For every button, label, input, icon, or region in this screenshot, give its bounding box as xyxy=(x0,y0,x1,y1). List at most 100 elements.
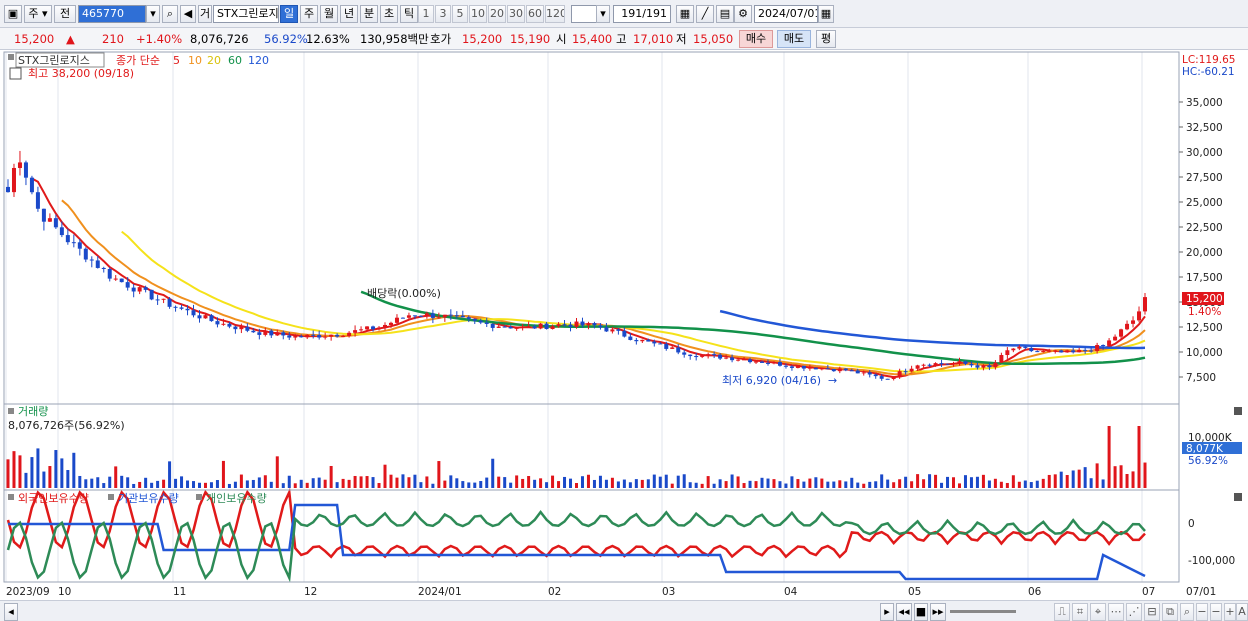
date-field[interactable]: 2024/07/01 xyxy=(754,5,818,23)
candle-body xyxy=(251,330,256,333)
candle-body xyxy=(1113,336,1118,341)
play-icon[interactable]: ▸ xyxy=(880,603,894,621)
candle-body xyxy=(777,362,782,366)
interval-tab-3[interactable]: 10 xyxy=(469,5,487,23)
magnifier-icon[interactable]: ⌕ xyxy=(1180,603,1194,621)
tool-icon-c[interactable]: ⊟ xyxy=(1144,603,1160,621)
period-tab-4[interactable]: 분 xyxy=(360,5,378,23)
x-axis-right-label: 07/01 xyxy=(1186,586,1216,598)
speaker-icon[interactable]: ◀ xyxy=(180,5,196,23)
interval-tab-2[interactable]: 5 xyxy=(452,5,468,23)
period-tab-6[interactable]: 틱 xyxy=(400,5,418,23)
period-tab-2[interactable]: 월 xyxy=(320,5,338,23)
market-select[interactable]: 주 ▾ xyxy=(24,5,52,23)
memo-icon[interactable] xyxy=(9,67,22,80)
zoom-out-icon[interactable]: − xyxy=(1196,603,1208,621)
volume-bar xyxy=(892,482,896,488)
save-icon[interactable]: ▤ xyxy=(716,5,734,23)
buy-button[interactable]: 매수 xyxy=(739,30,773,48)
holdings-collapse-icon[interactable] xyxy=(8,494,14,500)
volume-bar xyxy=(527,476,531,488)
volume-bar xyxy=(969,477,973,488)
text-size-icon[interactable]: A xyxy=(1236,603,1248,621)
calendar-icon[interactable]: ▦ xyxy=(818,5,834,23)
candle-body xyxy=(628,336,633,340)
interval-tab-6[interactable]: 60 xyxy=(526,5,544,23)
crosshair-icon[interactable]: ⌖ xyxy=(1090,603,1106,621)
count-field[interactable]: 191/191 xyxy=(613,5,671,23)
grid-icon[interactable]: ▦ xyxy=(676,5,694,23)
candle-body xyxy=(837,368,842,372)
candle-body xyxy=(329,334,334,337)
volume-bar xyxy=(1029,482,1033,488)
volume-bar xyxy=(808,478,812,488)
candle-body xyxy=(736,359,741,361)
zoom-area-icon[interactable]: ⌗ xyxy=(1072,603,1088,621)
up-triangle-icon: ▲ xyxy=(66,32,75,46)
window-icon[interactable]: ▣ xyxy=(4,5,22,23)
volume-bar xyxy=(431,483,435,488)
volume-bar xyxy=(934,474,938,488)
candle-body xyxy=(1077,349,1082,353)
chart-type-icon[interactable]: ⎍ xyxy=(1054,603,1070,621)
interval-dropdown-icon[interactable]: ▾ xyxy=(596,5,610,23)
tool-icon-b[interactable]: ⋰ xyxy=(1126,603,1142,621)
code-dropdown-icon[interactable]: ▾ xyxy=(146,5,160,23)
period-tab-1[interactable]: 주 xyxy=(300,5,318,23)
stock-code-input[interactable]: 465770 xyxy=(78,5,146,23)
tool-icon-a[interactable]: ⋯ xyxy=(1108,603,1124,621)
candle-body xyxy=(568,324,573,327)
volume-bar xyxy=(718,479,722,488)
volume-collapse-icon[interactable] xyxy=(8,408,14,414)
stock-name-field[interactable]: STX그린로지 xyxy=(213,5,279,23)
volume-close-icon[interactable] xyxy=(1234,407,1242,415)
price-axis: 35,000 32,500 30,000 27,500 25,000 22,500 20,0… xyxy=(1179,97,1223,384)
candle-body xyxy=(724,357,729,359)
interval-tab-0[interactable]: 1 xyxy=(418,5,434,23)
period-tab-0[interactable]: 일 xyxy=(280,5,298,23)
zoom-slider[interactable] xyxy=(950,610,1016,613)
candle-body xyxy=(921,364,926,366)
stock-chart-svg[interactable]: STX그린로지스 종가 단순 5 10 20 60 120 최고 38,200 … xyxy=(0,50,1248,600)
volume-bar xyxy=(323,479,327,488)
volume-bar xyxy=(940,482,944,488)
volume-bar xyxy=(347,479,351,488)
chart-area[interactable]: STX그린로지스 종가 단순 5 10 20 60 120 최고 38,200 … xyxy=(0,50,1248,600)
volume-bar xyxy=(868,481,872,488)
forward-icon[interactable]: ▸▸ xyxy=(930,603,946,621)
candle-body xyxy=(508,326,513,329)
link-icon[interactable]: ⧉ xyxy=(1162,603,1178,621)
evaluate-button[interactable]: 평 xyxy=(816,30,836,48)
candle-body xyxy=(879,376,884,379)
minus-icon[interactable]: − xyxy=(1210,603,1222,621)
candle-body xyxy=(1125,323,1130,330)
volume-bar xyxy=(377,483,381,488)
candle-body xyxy=(47,218,52,222)
interval-tab-5[interactable]: 30 xyxy=(507,5,525,23)
rewind-icon[interactable]: ◂◂ xyxy=(896,603,912,621)
draw-tool-icon[interactable]: ╱ xyxy=(696,5,714,23)
volume-bar xyxy=(736,476,740,488)
plus-icon[interactable]: + xyxy=(1224,603,1236,621)
candle-body xyxy=(179,307,184,309)
volume-bar xyxy=(84,479,88,488)
holdings-close-icon[interactable] xyxy=(1234,493,1242,501)
trade-button[interactable]: 거 xyxy=(198,5,212,23)
price-tick-label: 22,500 xyxy=(1186,222,1223,234)
period-tab-5[interactable]: 초 xyxy=(380,5,398,23)
interval-tab-1[interactable]: 3 xyxy=(435,5,451,23)
stop-icon[interactable]: ■ xyxy=(914,603,928,621)
volume-bar xyxy=(1107,426,1111,488)
prev-button[interactable]: 전 xyxy=(54,5,76,23)
interval-tab-7[interactable]: 120 xyxy=(545,5,565,23)
search-icon[interactable]: ⌕ xyxy=(162,5,178,23)
price-tick-label: 27,500 xyxy=(1186,172,1223,184)
scroll-left-icon[interactable]: ◂ xyxy=(4,603,18,621)
volume-bar xyxy=(551,475,555,488)
sell-button[interactable]: 매도 xyxy=(777,30,811,48)
interval-tab-4[interactable]: 20 xyxy=(488,5,506,23)
settings-gear-icon[interactable]: ⚙ xyxy=(734,5,752,23)
panel-collapse-icon[interactable] xyxy=(8,54,14,60)
volume-bar xyxy=(437,461,441,488)
period-tab-3[interactable]: 년 xyxy=(340,5,358,23)
